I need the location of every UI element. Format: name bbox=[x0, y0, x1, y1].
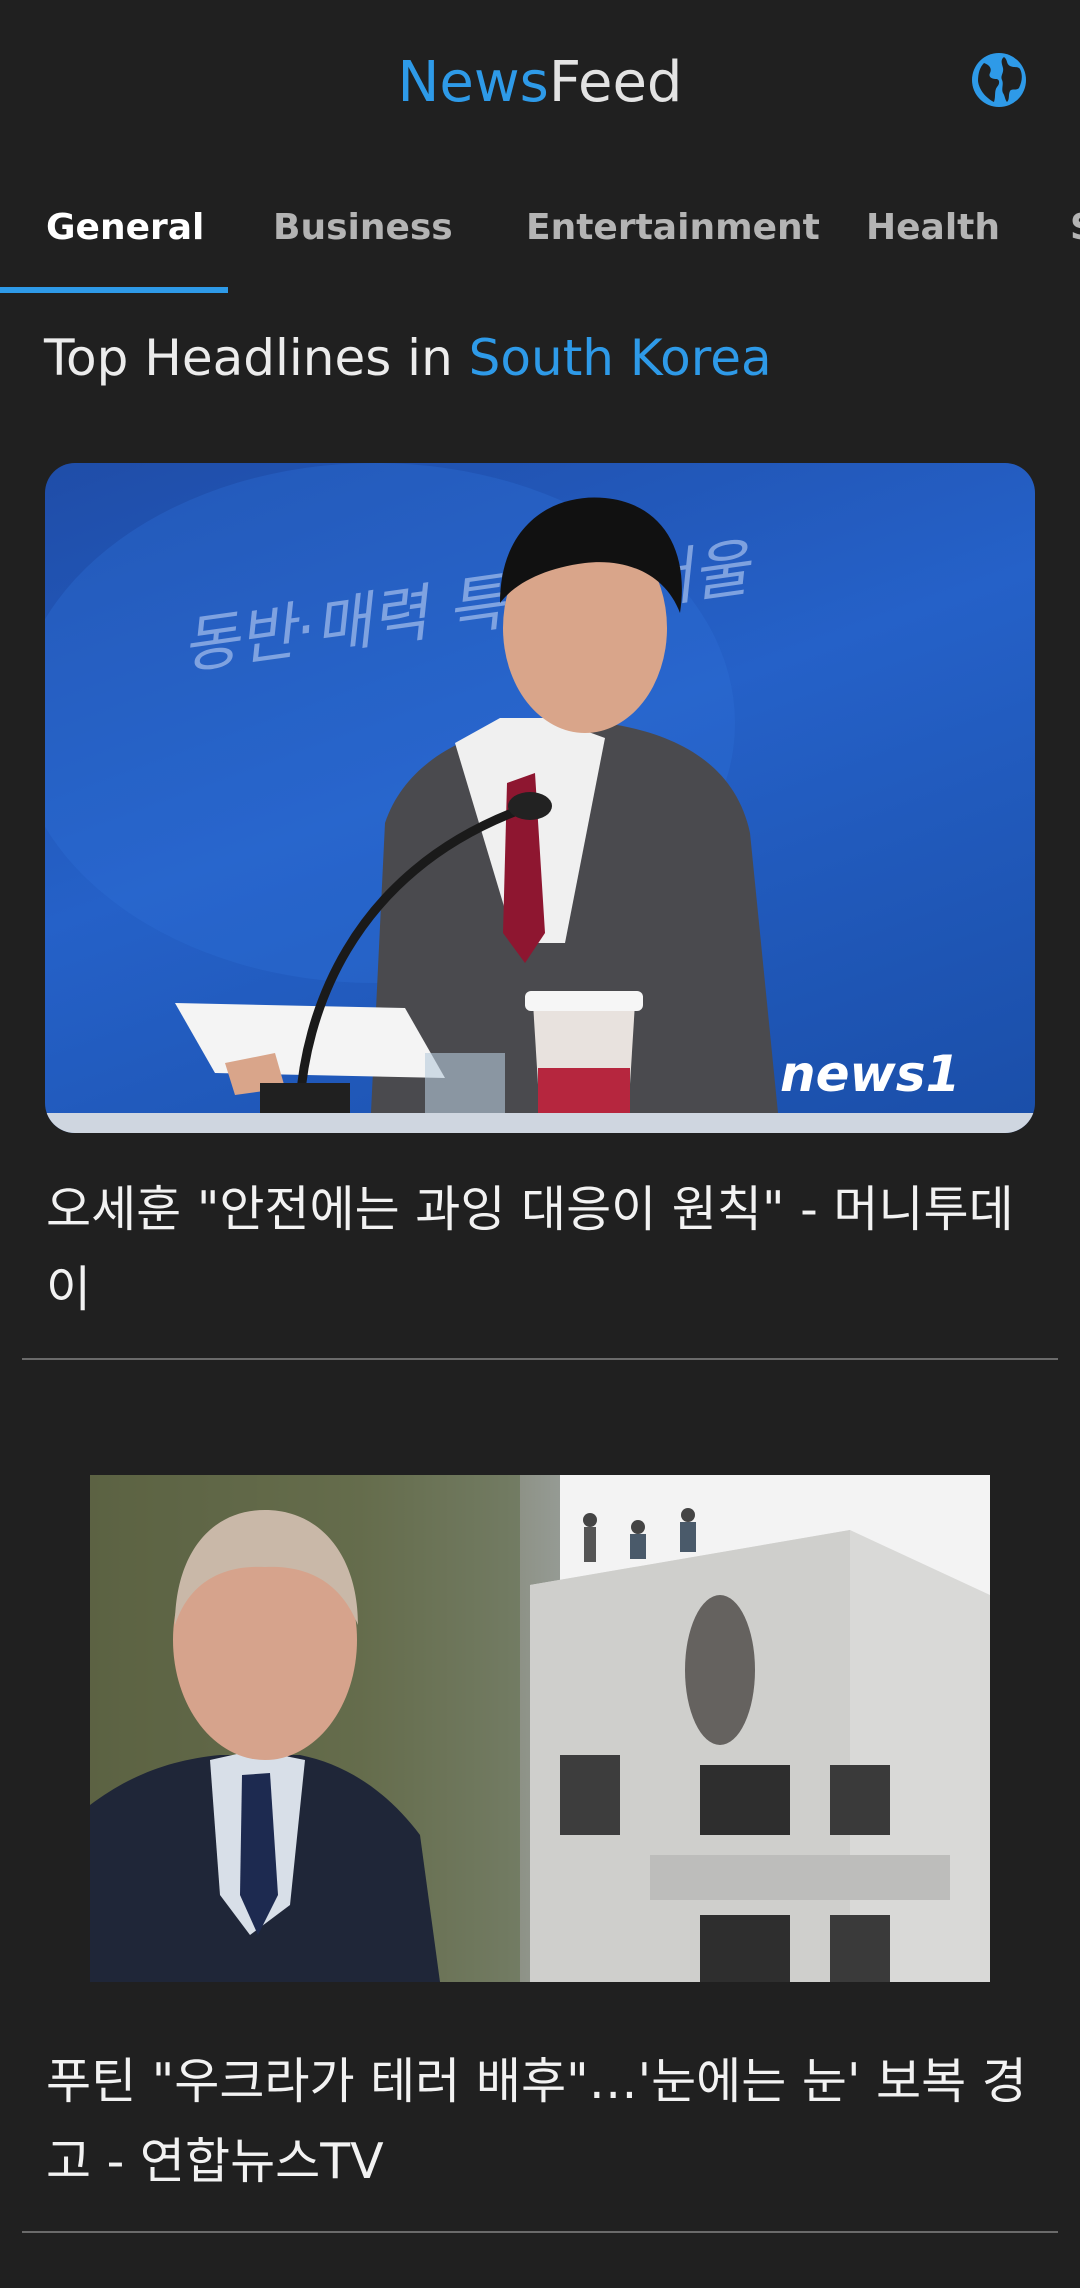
globe-icon-graphic bbox=[972, 53, 1026, 107]
tab-partial[interactable]: S bbox=[1070, 203, 1080, 253]
article-divider bbox=[22, 1358, 1058, 1360]
app-logo: NewsFeed bbox=[0, 48, 1080, 118]
globe-icon[interactable] bbox=[970, 51, 1028, 109]
tab-health[interactable]: Health bbox=[866, 203, 1000, 253]
article-photo-press-conference: 동반·매력 특별시 서울 news1 bbox=[45, 463, 1035, 1133]
app-header: NewsFeed bbox=[0, 0, 1080, 165]
section-title-country[interactable]: South Korea bbox=[469, 329, 772, 387]
article-photo-composite bbox=[90, 1475, 990, 1982]
active-tab-indicator bbox=[0, 287, 228, 293]
article-divider bbox=[22, 2231, 1058, 2233]
section-title: Top Headlines in South Korea bbox=[44, 323, 772, 393]
section-title-prefix: Top Headlines in bbox=[44, 329, 469, 387]
app-screen: NewsFeed General Business Entertainment … bbox=[0, 0, 1080, 2288]
tab-general[interactable]: General bbox=[46, 203, 204, 253]
article-image[interactable] bbox=[90, 1475, 990, 1982]
article-title[interactable]: 푸틴 "우크라가 테러 배후"…'눈에는 눈' 보복 경고 - 연합뉴스TV bbox=[46, 2042, 1036, 2202]
article-title[interactable]: 오세훈 "안전에는 과잉 대응이 원칙" - 머니투데이 bbox=[46, 1170, 1036, 1330]
logo-news-text: News bbox=[397, 50, 549, 115]
tab-business[interactable]: Business bbox=[273, 203, 453, 253]
category-tabs: General Business Entertainment Health S bbox=[0, 165, 1080, 295]
logo-feed-text: Feed bbox=[548, 50, 683, 115]
image-watermark: news1 bbox=[780, 1045, 960, 1103]
article-image[interactable]: 동반·매력 특별시 서울 news1 bbox=[45, 463, 1035, 1133]
tab-entertainment[interactable]: Entertainment bbox=[526, 203, 820, 253]
